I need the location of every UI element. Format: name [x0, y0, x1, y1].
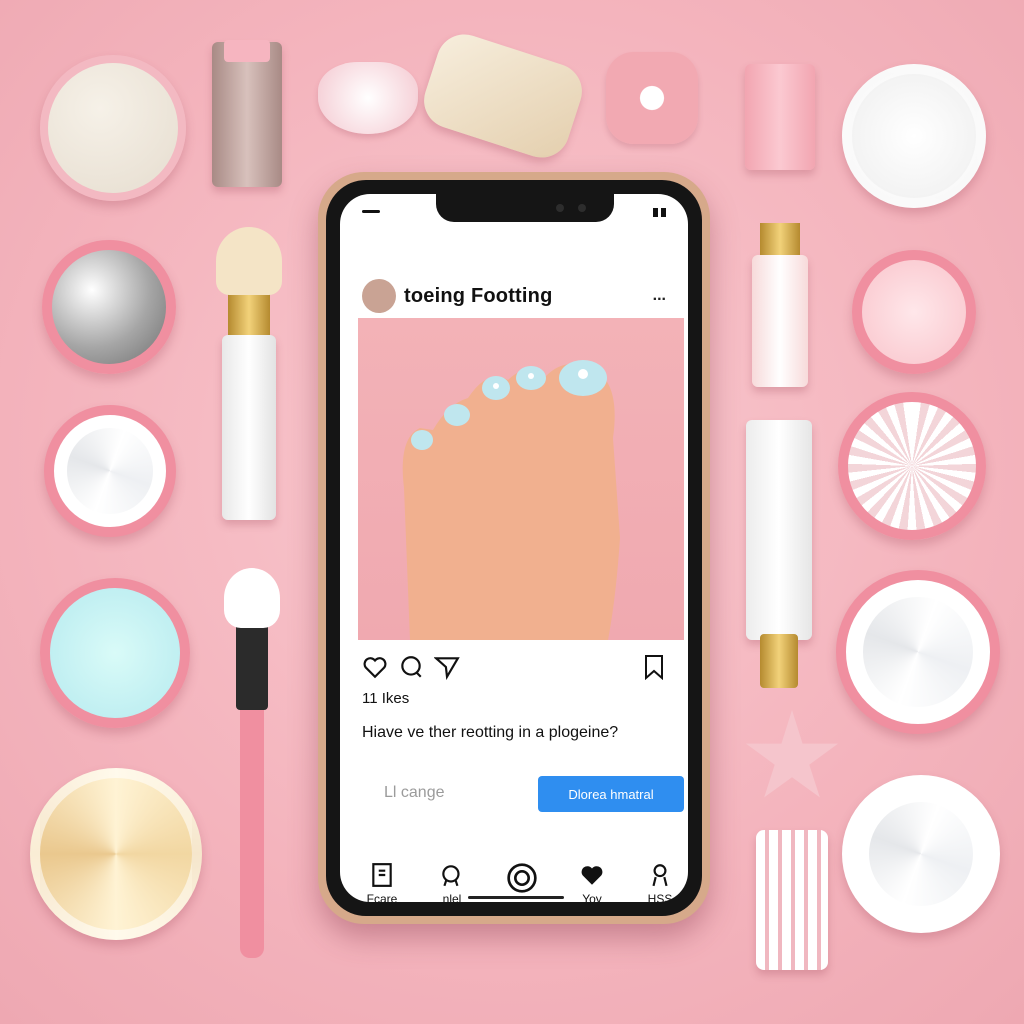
powder-jar: [40, 55, 186, 201]
nav-item-reels[interactable]: [492, 862, 552, 898]
nav-item-profile[interactable]: HSS: [630, 862, 688, 902]
camera-notch: [436, 194, 614, 222]
brush-bottle: [216, 227, 282, 520]
makeup-brush: [224, 568, 280, 958]
serum-bottle: [752, 223, 808, 387]
cta-button[interactable]: Dlorea hmatral: [538, 776, 684, 812]
home-indicator[interactable]: [468, 896, 564, 899]
nav-item-home[interactable]: Fcare: [352, 862, 412, 902]
view-comments-link[interactable]: Ll cange: [384, 784, 445, 802]
more-options-icon[interactable]: ...: [653, 287, 666, 305]
white-powder-jar: [842, 64, 986, 208]
search-icon: [442, 865, 460, 887]
blue-powder-jar: [40, 578, 190, 728]
cream-jar-right: [836, 570, 1000, 734]
home-square-icon: [372, 863, 392, 887]
pink-polish-bottle: [745, 64, 815, 170]
bristle-jar: [838, 392, 986, 540]
white-comb: [756, 830, 828, 970]
post-actions: [362, 654, 666, 682]
nav-item-activity[interactable]: Yoy: [562, 862, 622, 902]
phone-screen: toeing Footting ... 11 Ikes Hiave ve the…: [340, 194, 688, 902]
heart-icon: [581, 866, 603, 885]
toe-separator: [416, 27, 590, 165]
post-header: toeing Footting ...: [362, 276, 666, 316]
time-indicator: [362, 210, 380, 213]
smartphone: toeing Footting ... 11 Ikes Hiave ve the…: [318, 172, 710, 924]
signal-icon: [653, 208, 666, 217]
post-caption: Hiave ve ther reotting in a plogeine?: [362, 724, 619, 741]
star-sponge: [745, 710, 839, 798]
likes-count: 11 Ikes: [362, 690, 410, 707]
silver-glitter-jar: [42, 240, 176, 374]
glitter-gem: [318, 62, 418, 134]
share-icon[interactable]: [434, 654, 460, 680]
cream-jar-left: [44, 405, 176, 537]
coral-sponge: [606, 52, 698, 144]
camera-icon: [556, 204, 564, 212]
profile-icon: [652, 864, 668, 887]
cream-jar-bottom-right: [842, 775, 1000, 933]
nav-label: Yoy: [582, 892, 602, 902]
phone-bezel: toeing Footting ... 11 Ikes Hiave ve the…: [326, 180, 702, 916]
reels-circle-icon: [507, 863, 537, 893]
avatar[interactable]: [362, 279, 396, 313]
post-username[interactable]: toeing Footting: [404, 285, 553, 308]
comment-icon[interactable]: [398, 654, 424, 680]
nav-label: Fcare: [366, 892, 398, 902]
cream-tube: [746, 420, 812, 688]
butter-cream-jar: [30, 768, 202, 940]
pink-glitter-jar: [852, 250, 976, 374]
heart-icon[interactable]: [362, 654, 388, 680]
nav-label: HSS: [647, 892, 673, 902]
sensor-icon: [578, 204, 586, 212]
foot-photo: [402, 360, 620, 640]
nail-polish-bottle: [212, 40, 282, 187]
post-image[interactable]: [358, 318, 684, 640]
bookmark-icon[interactable]: [642, 654, 666, 680]
